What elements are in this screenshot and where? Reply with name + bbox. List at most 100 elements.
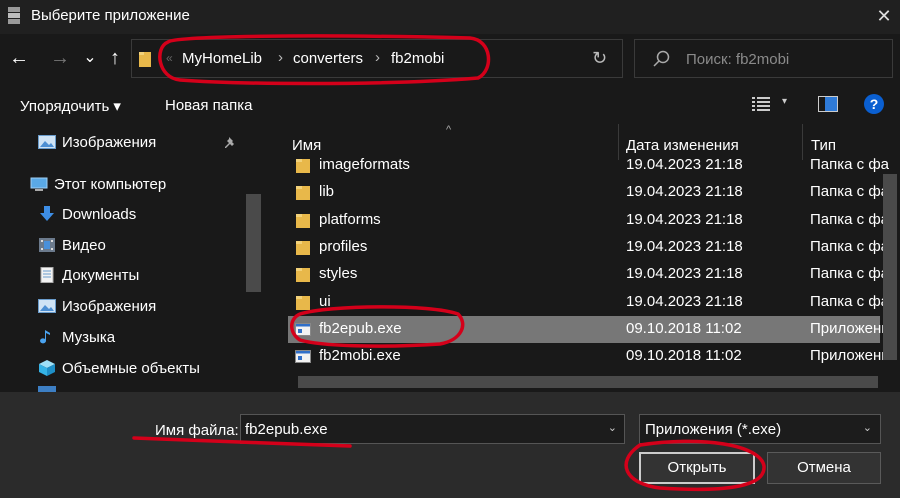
cancel-button[interactable]: Отмена	[767, 452, 881, 484]
pin-icon	[225, 137, 234, 148]
scrollbar-thumb[interactable]	[298, 376, 878, 388]
folder-icon	[295, 212, 311, 229]
video-icon	[39, 238, 55, 252]
file-date: 09.10.2018 11:02	[626, 320, 742, 337]
title-bar: Выберите приложение ✕	[0, 0, 900, 34]
back-button[interactable]: ←	[8, 48, 30, 70]
file-date: 19.04.2023 21:18	[626, 238, 743, 255]
up-button[interactable]: ↑	[104, 48, 126, 70]
file-date: 09.10.2018 11:02	[626, 347, 742, 364]
file-date: 19.04.2023 21:18	[626, 156, 743, 173]
file-name: platforms	[319, 211, 381, 228]
file-type-select[interactable]: Приложения (*.exe) ⌄	[639, 414, 881, 444]
organize-button[interactable]: Упорядочить ▾	[20, 97, 121, 115]
sidebar-item-label: Документы	[62, 267, 140, 284]
view-options-icon[interactable]	[752, 96, 770, 112]
file-name: imageformats	[319, 156, 410, 173]
filename-label: Имя файла:	[155, 422, 239, 439]
window-title: Выберите приложение	[31, 7, 190, 24]
help-button[interactable]: ?	[864, 94, 884, 114]
file-name: ui	[319, 293, 331, 310]
documents-icon	[40, 267, 54, 283]
file-list: ^ Имя Дата изменения Тип imageformats 19.…	[270, 124, 900, 392]
file-type: Приложени	[810, 320, 890, 337]
folder-icon	[295, 266, 311, 283]
file-name: fb2epub.exe	[319, 320, 402, 337]
file-name: lib	[319, 183, 335, 200]
preview-pane-icon[interactable]	[818, 96, 838, 112]
search-icon	[653, 50, 670, 67]
file-date: 19.04.2023 21:18	[626, 265, 743, 282]
filename-input[interactable]: fb2epub.exe ⌄	[240, 414, 625, 444]
breadcrumb-converters[interactable]: converters	[293, 50, 363, 67]
filename-value[interactable]: fb2epub.exe	[245, 421, 328, 438]
file-type: Папка с фа	[810, 238, 889, 255]
file-type-value[interactable]: Приложения (*.exe)	[645, 421, 781, 438]
app-icon	[8, 7, 20, 24]
breadcrumb-myhomelib[interactable]: MyHomeLib	[182, 50, 262, 67]
command-bar: Упорядочить ▾ Новая папка ▾ ?	[0, 84, 900, 124]
chevron-down-icon[interactable]: ⌄	[608, 421, 617, 434]
open-button[interactable]: Открыть	[639, 452, 755, 484]
file-date: 19.04.2023 21:18	[626, 211, 743, 228]
table-row[interactable]: lib 19.04.2023 21:18 Папка с фа	[288, 179, 889, 206]
navigation-bar: ← → ⌄ ↑ « MyHomeLib › converters › fb2mo…	[0, 34, 900, 84]
file-type: Папка с фа	[810, 265, 889, 282]
file-type: Папка с фа	[810, 156, 889, 173]
close-button[interactable]: ✕	[868, 0, 900, 34]
sidebar-item-label: Объемные объекты	[62, 360, 200, 377]
table-row[interactable]: ui 19.04.2023 21:18 Папка с фа	[288, 289, 889, 316]
pictures-icon	[38, 135, 56, 149]
breadcrumb-fb2mobi[interactable]: fb2mobi	[391, 50, 444, 67]
address-bar[interactable]: « MyHomeLib › converters › fb2mobi ↻	[131, 39, 623, 78]
view-options-dropdown[interactable]: ▾	[782, 96, 787, 107]
chevron-down-icon[interactable]: ⌄	[863, 421, 872, 434]
search-box[interactable]: Поиск: fb2mobi	[634, 39, 893, 78]
file-name: styles	[319, 265, 358, 282]
breadcrumb-separator[interactable]: ›	[375, 49, 380, 66]
navigation-pane: Изображения Этот компьютер Downloads Вид…	[0, 124, 270, 392]
sort-arrow-icon: ^	[446, 124, 452, 136]
folder-icon	[139, 52, 151, 67]
scrollbar-thumb[interactable]	[246, 194, 261, 292]
table-row[interactable]: platforms 19.04.2023 21:18 Папка с фа	[288, 207, 889, 234]
file-type: Папка с фа	[810, 211, 889, 228]
file-type: Приложени	[810, 347, 890, 364]
folder-icon	[295, 184, 311, 201]
search-input[interactable]: Поиск: fb2mobi	[686, 51, 789, 68]
overflow-chevron[interactable]: «	[166, 51, 173, 65]
forward-button[interactable]: →	[49, 48, 71, 70]
file-type: Папка с фа	[810, 293, 889, 310]
exe-file-icon	[295, 348, 311, 365]
sidebar-item-label: Видео	[62, 237, 106, 254]
table-row[interactable]: styles 19.04.2023 21:18 Папка с фа	[288, 261, 889, 288]
exe-file-icon	[295, 321, 311, 338]
sidebar-item-label: Downloads	[62, 206, 137, 223]
music-icon	[40, 330, 50, 344]
file-type: Папка с фа	[810, 183, 889, 200]
folder-icon	[295, 157, 311, 174]
recent-locations-button[interactable]: ⌄	[79, 48, 101, 70]
new-folder-button[interactable]: Новая папка	[165, 97, 252, 114]
table-row[interactable]: fb2mobi.exe 09.10.2018 11:02 Приложени	[288, 343, 890, 370]
folder-icon	[295, 294, 311, 311]
computer-icon	[30, 177, 48, 191]
file-date: 19.04.2023 21:18	[626, 183, 743, 200]
3d-objects-icon	[39, 360, 55, 376]
file-list-scrollbar[interactable]	[880, 160, 900, 372]
table-row[interactable]: fb2epub.exe 09.10.2018 11:02 Приложени	[288, 316, 890, 343]
breadcrumb-separator[interactable]: ›	[278, 49, 283, 66]
table-row[interactable]: profiles 19.04.2023 21:18 Папка с фа	[288, 234, 889, 261]
file-name: profiles	[319, 238, 368, 255]
sidebar-item-label: Изображения	[62, 134, 157, 151]
scrollbar-thumb[interactable]	[883, 174, 897, 360]
table-row[interactable]: imageformats 19.04.2023 21:18 Папка с фа	[288, 152, 889, 179]
horizontal-scrollbar[interactable]	[288, 372, 880, 392]
refresh-icon[interactable]: ↻	[592, 48, 607, 69]
downloads-icon	[40, 206, 54, 221]
sidebar-scrollbar[interactable]	[244, 124, 264, 392]
sidebar-item-label: Музыка	[62, 329, 116, 346]
file-date: 19.04.2023 21:18	[626, 293, 743, 310]
sidebar-item-label: Изображения	[62, 298, 157, 315]
pictures-icon	[38, 299, 56, 313]
